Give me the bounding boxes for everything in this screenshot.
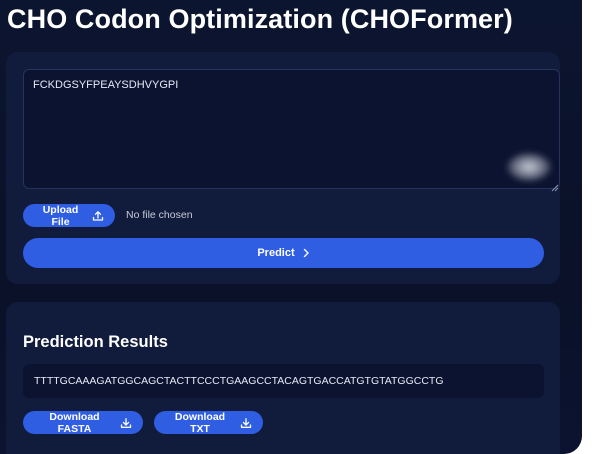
page-title: CHO Codon Optimization (CHOFormer) <box>7 4 513 34</box>
download-icon <box>120 417 132 429</box>
result-sequence: TTTTGCAAAGATGGCAGCTACTTCCCTGAAGCCTACAGTG… <box>23 364 544 398</box>
upload-file-label: Upload File <box>42 203 79 228</box>
blurred-overlay <box>506 152 552 182</box>
download-fasta-button[interactable]: Download FASTA <box>23 410 143 435</box>
sequence-input[interactable]: FCKDGSYFPEAYSDHVYGPI <box>23 69 560 189</box>
chevron-right-icon <box>302 248 310 258</box>
results-heading: Prediction Results <box>23 333 168 351</box>
download-txt-label: Download TXT <box>174 410 226 435</box>
predict-button[interactable]: Predict <box>23 238 544 268</box>
download-fasta-label: Download FASTA <box>49 410 100 435</box>
upload-file-button[interactable]: Upload File <box>23 203 115 228</box>
upload-icon <box>92 210 104 222</box>
app-window: CHO Codon Optimization (CHOFormer) FCKDG… <box>0 0 582 454</box>
predict-label: Predict <box>257 247 295 259</box>
resize-grip-icon[interactable] <box>551 179 559 192</box>
results-card: Prediction Results TTTTGCAAAGATGGCAGCTAC… <box>6 302 560 454</box>
download-icon <box>240 417 252 429</box>
input-card: FCKDGSYFPEAYSDHVYGPI Upload File No file… <box>6 52 560 284</box>
file-status-text: No file chosen <box>126 209 193 221</box>
download-txt-button[interactable]: Download TXT <box>154 410 263 435</box>
